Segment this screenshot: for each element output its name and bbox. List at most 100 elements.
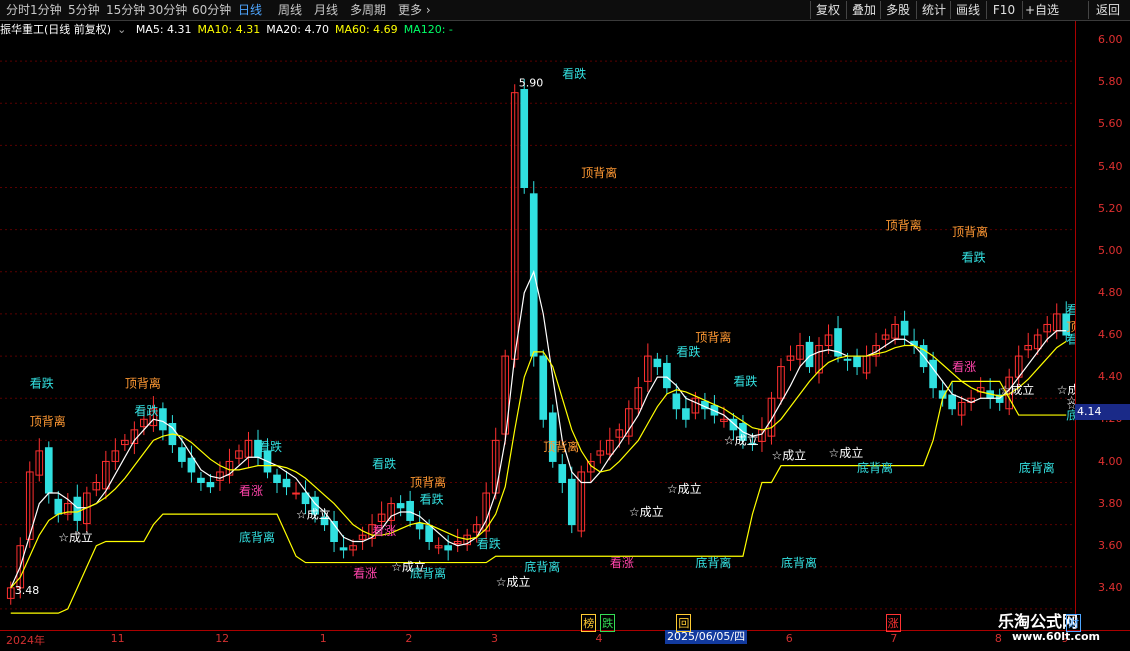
y-tick-label: 6.00: [1098, 33, 1123, 47]
event-mark[interactable]: 跌: [600, 614, 616, 632]
candle-body: [206, 482, 215, 488]
signal-label: 底背离: [239, 530, 275, 545]
candle-body: [415, 523, 424, 530]
event-mark[interactable]: 榜: [581, 614, 597, 632]
x-tick-label: 2: [405, 632, 413, 645]
event-mark[interactable]: 财: [1066, 614, 1082, 632]
signal-label: 看跌: [676, 344, 700, 359]
x-tick-label: 1: [319, 632, 327, 645]
x-tick-label: 6: [785, 632, 793, 645]
x-tick-label: 11: [110, 632, 125, 645]
x-tick-label: 8: [994, 632, 1002, 645]
stock-title[interactable]: 振华重工(日线 前复权): [0, 23, 111, 36]
y-tick-label: 3.60: [1098, 538, 1123, 552]
signal-label: 看涨: [610, 555, 634, 570]
period-tab[interactable]: 日线: [238, 2, 262, 18]
high-price-label: 5.90: [519, 76, 544, 89]
candle-body: [406, 500, 414, 521]
signal-label: 底背离: [1066, 407, 1075, 422]
toolbar-button[interactable]: F10: [986, 1, 1021, 19]
date-tooltip: 2025/06/05/四: [665, 630, 748, 644]
chevron-down-icon[interactable]: ⌄: [117, 23, 126, 36]
candle-body: [339, 547, 348, 551]
period-tab[interactable]: 月线: [314, 2, 338, 18]
candle-body: [187, 457, 196, 473]
signal-label: 顶背离: [543, 439, 579, 454]
signal-label: 顶背离: [410, 475, 446, 490]
y-tick-label: 4.40: [1098, 370, 1123, 384]
signal-label: 看跌: [30, 376, 54, 391]
signal-label: 看涨: [372, 523, 396, 538]
signal-label: 看涨: [952, 359, 976, 374]
signal-label: 顶背离: [125, 376, 161, 391]
period-tab[interactable]: 15分钟: [106, 2, 145, 18]
signal-label: ☆成立: [667, 481, 702, 496]
signal-label: 看跌: [1066, 302, 1075, 317]
price-axis: 6.005.805.605.405.205.004.804.604.404.20…: [1075, 21, 1130, 629]
event-mark[interactable]: 回: [676, 614, 692, 632]
x-tick-label: 2024年: [6, 634, 45, 647]
period-tab[interactable]: 分时: [6, 2, 30, 18]
period-tab[interactable]: 60分钟: [192, 2, 231, 18]
toolbar-button[interactable]: 返回: [1088, 1, 1127, 19]
signal-label: 看跌: [733, 374, 757, 389]
period-tab[interactable]: 5分钟: [68, 2, 100, 18]
candle-body: [282, 478, 291, 488]
period-tab[interactable]: 周线: [278, 2, 302, 18]
toolbar-button[interactable]: 多股: [880, 1, 915, 19]
event-mark[interactable]: 涨: [885, 614, 901, 632]
x-tick-label: 7: [890, 632, 898, 645]
candle-body: [273, 474, 281, 483]
period-tab[interactable]: 多周期: [350, 2, 386, 18]
signal-label: ☆成立: [771, 447, 806, 462]
signal-label: ☆成立: [1000, 382, 1035, 397]
signal-label: 顶背离: [30, 414, 66, 429]
candle-body: [54, 498, 63, 515]
toolbar-button[interactable]: 复权: [810, 1, 845, 19]
period-tab[interactable]: 更多 ›: [398, 2, 431, 18]
toolbar-button[interactable]: 统计: [916, 1, 951, 19]
signal-label: ☆成立: [629, 504, 664, 519]
candle-body: [558, 464, 567, 484]
ma-value: MA60: 4.69: [334, 23, 398, 36]
y-tick-label: 5.40: [1098, 159, 1123, 173]
signal-label: 看涨: [353, 565, 377, 580]
candle-body: [44, 447, 53, 494]
signal-label: 看跌: [372, 456, 396, 471]
signal-label: ☆成立: [58, 530, 93, 545]
candle-body: [929, 359, 937, 389]
candle-body: [444, 545, 452, 551]
signal-label: 底背离: [857, 460, 893, 475]
ma-line: [10, 340, 1067, 589]
ma-legend: MA5: 4.31 MA10: 4.31 MA20: 4.70 MA60: 4.69 M…: [136, 23, 459, 36]
candle-body: [73, 496, 82, 521]
candle-body: [843, 358, 852, 361]
period-tab[interactable]: 30分钟: [148, 2, 187, 18]
y-tick-label: 5.60: [1098, 117, 1123, 131]
x-tick-label: 3: [490, 632, 498, 645]
candle-body: [900, 320, 909, 336]
y-tick-label: 5.80: [1098, 75, 1123, 89]
candle-body: [539, 355, 548, 420]
y-tick-label: 4.00: [1098, 454, 1123, 468]
signal-label: ☆成立: [496, 574, 531, 589]
toolbar-button[interactable]: +自选: [1022, 1, 1061, 19]
ma-value: MA20: 4.70: [266, 23, 329, 36]
current-price-marker: 4.14: [1075, 404, 1130, 420]
candle-body: [948, 394, 956, 410]
candle-body: [396, 503, 405, 509]
candle-body: [548, 412, 557, 462]
signal-label: ☆成立: [829, 445, 864, 460]
ma-value: MA120: -: [403, 23, 453, 36]
period-tab[interactable]: 1分钟: [30, 2, 62, 18]
y-tick-label: 3.80: [1098, 496, 1123, 510]
top-toolbar: 分时 1分钟 5分钟 15分钟 30分钟 60分钟 日线 周线 月线 多周期 更多 › 复权 叠加 多股统…: [0, 0, 1130, 21]
toolbar-button[interactable]: 画线: [950, 1, 985, 19]
x-tick-label: 4: [595, 632, 603, 645]
toolbar-button[interactable]: 叠加: [846, 1, 881, 19]
signal-label: 看跌: [562, 66, 586, 81]
signal-label: 顶背离: [952, 224, 988, 239]
ma-value: MA10: 4.31: [197, 23, 261, 36]
candle-body: [159, 408, 167, 431]
kline-chart[interactable]: 看跌顶背离顶背离看跌☆成立 底背离看跌看跌☆成立看涨顶背离看跌看涨☆成立底背离看涨…: [0, 40, 1075, 630]
